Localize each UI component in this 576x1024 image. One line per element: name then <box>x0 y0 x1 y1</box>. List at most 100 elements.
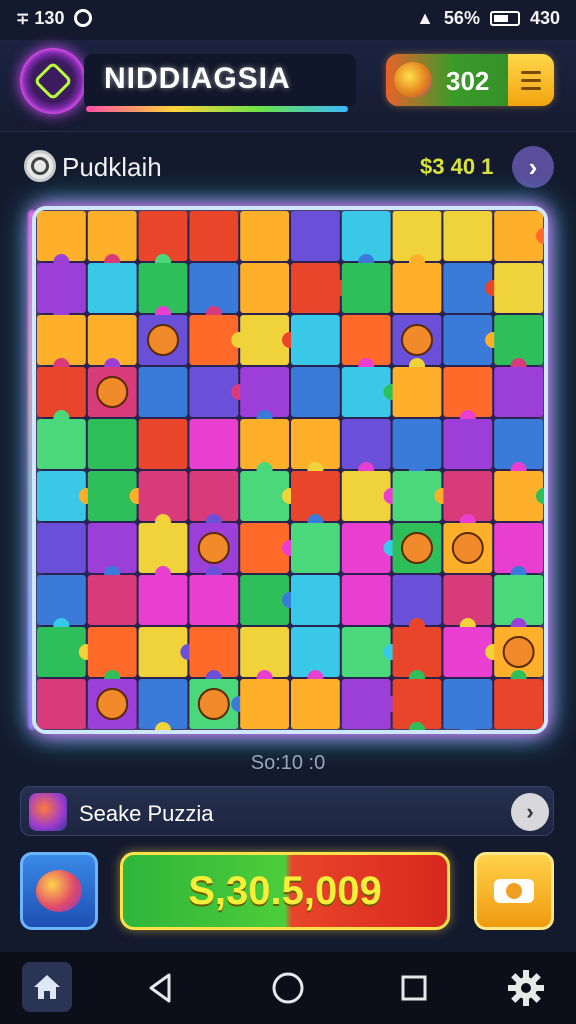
puzzle-piece[interactable] <box>189 211 239 261</box>
puzzle-piece[interactable] <box>37 523 86 573</box>
puzzle-piece[interactable] <box>341 263 391 313</box>
puzzle-piece[interactable] <box>494 575 543 625</box>
puzzle-piece[interactable] <box>494 315 543 365</box>
puzzle-piece[interactable] <box>443 575 493 625</box>
puzzle-piece[interactable] <box>87 263 137 313</box>
puzzle-piece[interactable] <box>37 419 86 469</box>
puzzle-piece[interactable] <box>37 627 86 677</box>
puzzle-piece[interactable] <box>189 419 239 469</box>
nav-recents-button[interactable] <box>392 966 436 1010</box>
puzzle-piece[interactable] <box>443 627 493 677</box>
nav-home-button[interactable] <box>22 962 72 1012</box>
puzzle-piece[interactable] <box>392 575 442 625</box>
puzzle-piece[interactable] <box>341 419 391 469</box>
puzzle-piece[interactable] <box>291 523 340 573</box>
puzzle-piece[interactable] <box>291 627 340 677</box>
puzzle-piece[interactable] <box>341 679 391 729</box>
puzzle-piece[interactable] <box>37 575 86 625</box>
puzzle-piece[interactable] <box>494 679 543 729</box>
puzzle-piece[interactable] <box>392 211 442 261</box>
puzzle-piece[interactable] <box>291 211 340 261</box>
puzzle-piece[interactable] <box>291 315 340 365</box>
puzzle-piece[interactable] <box>37 679 86 729</box>
puzzle-piece[interactable] <box>494 419 543 469</box>
puzzle-piece[interactable] <box>341 575 391 625</box>
puzzle-piece[interactable] <box>138 627 188 677</box>
puzzle-piece[interactable] <box>291 263 340 313</box>
puzzle-piece[interactable] <box>291 679 340 729</box>
puzzle-piece[interactable] <box>138 679 188 729</box>
puzzle-piece[interactable] <box>37 263 86 313</box>
puzzle-piece[interactable] <box>341 367 391 417</box>
puzzle-piece[interactable] <box>291 471 340 521</box>
puzzle-piece[interactable] <box>341 627 391 677</box>
puzzle-piece[interactable] <box>443 315 493 365</box>
puzzle-piece[interactable] <box>138 419 188 469</box>
puzzle-piece[interactable] <box>392 679 442 729</box>
puzzle-piece[interactable] <box>443 471 493 521</box>
nav-back-button[interactable] <box>138 966 182 1010</box>
puzzle-piece[interactable] <box>138 263 188 313</box>
profile-button[interactable] <box>20 48 86 114</box>
puzzle-piece[interactable] <box>37 367 86 417</box>
puzzle-piece[interactable] <box>138 211 188 261</box>
puzzle-piece[interactable] <box>291 367 340 417</box>
menu-button[interactable] <box>508 54 554 106</box>
puzzle-piece[interactable] <box>494 211 543 261</box>
puzzle-piece[interactable] <box>494 367 543 417</box>
score-button[interactable]: S,30.5,009 <box>120 852 450 930</box>
puzzle-piece[interactable] <box>392 419 442 469</box>
puzzle-piece[interactable] <box>189 315 239 365</box>
puzzle-piece[interactable] <box>240 575 289 625</box>
puzzle-piece[interactable] <box>240 315 289 365</box>
puzzle-board[interactable] <box>32 206 548 734</box>
puzzle-piece[interactable] <box>37 471 86 521</box>
puzzle-piece[interactable] <box>443 367 493 417</box>
powerup-button[interactable] <box>20 852 98 930</box>
puzzle-piece[interactable] <box>341 523 391 573</box>
next-button[interactable]: › <box>512 146 554 188</box>
puzzle-piece[interactable] <box>443 419 493 469</box>
puzzle-piece[interactable] <box>240 471 289 521</box>
share-go-button[interactable]: › <box>511 793 549 831</box>
puzzle-piece[interactable] <box>443 679 493 729</box>
puzzle-piece[interactable] <box>240 419 289 469</box>
puzzle-piece[interactable] <box>87 419 137 469</box>
puzzle-piece[interactable] <box>494 263 543 313</box>
puzzle-piece[interactable] <box>341 315 391 365</box>
puzzle-piece[interactable] <box>291 419 340 469</box>
puzzle-piece[interactable] <box>189 471 239 521</box>
puzzle-piece[interactable] <box>87 211 137 261</box>
puzzle-piece[interactable] <box>87 315 137 365</box>
puzzle-piece[interactable] <box>138 523 188 573</box>
puzzle-piece[interactable] <box>240 523 289 573</box>
puzzle-piece[interactable] <box>138 367 188 417</box>
puzzle-piece[interactable] <box>240 211 289 261</box>
puzzle-grid[interactable] <box>36 210 544 730</box>
puzzle-piece[interactable] <box>392 263 442 313</box>
puzzle-piece[interactable] <box>291 575 340 625</box>
puzzle-piece[interactable] <box>341 471 391 521</box>
puzzle-piece[interactable] <box>443 263 493 313</box>
puzzle-piece[interactable] <box>494 471 543 521</box>
puzzle-piece[interactable] <box>189 627 239 677</box>
puzzle-piece[interactable] <box>392 627 442 677</box>
puzzle-piece[interactable] <box>240 367 289 417</box>
puzzle-piece[interactable] <box>37 211 86 261</box>
puzzle-piece[interactable] <box>341 211 391 261</box>
nav-settings-button[interactable] <box>504 966 548 1010</box>
puzzle-piece[interactable] <box>189 575 239 625</box>
puzzle-piece[interactable] <box>138 575 188 625</box>
puzzle-piece[interactable] <box>240 263 289 313</box>
share-bar[interactable]: Seake Puzzia › <box>20 786 554 836</box>
nav-home-circle-button[interactable] <box>266 966 310 1010</box>
puzzle-piece[interactable] <box>494 523 543 573</box>
puzzle-piece[interactable] <box>87 523 137 573</box>
puzzle-piece[interactable] <box>87 627 137 677</box>
puzzle-piece[interactable] <box>392 367 442 417</box>
puzzle-piece[interactable] <box>443 211 493 261</box>
camera-button[interactable] <box>474 852 554 930</box>
puzzle-piece[interactable] <box>240 627 289 677</box>
puzzle-piece[interactable] <box>240 679 289 729</box>
puzzle-piece[interactable] <box>189 263 239 313</box>
